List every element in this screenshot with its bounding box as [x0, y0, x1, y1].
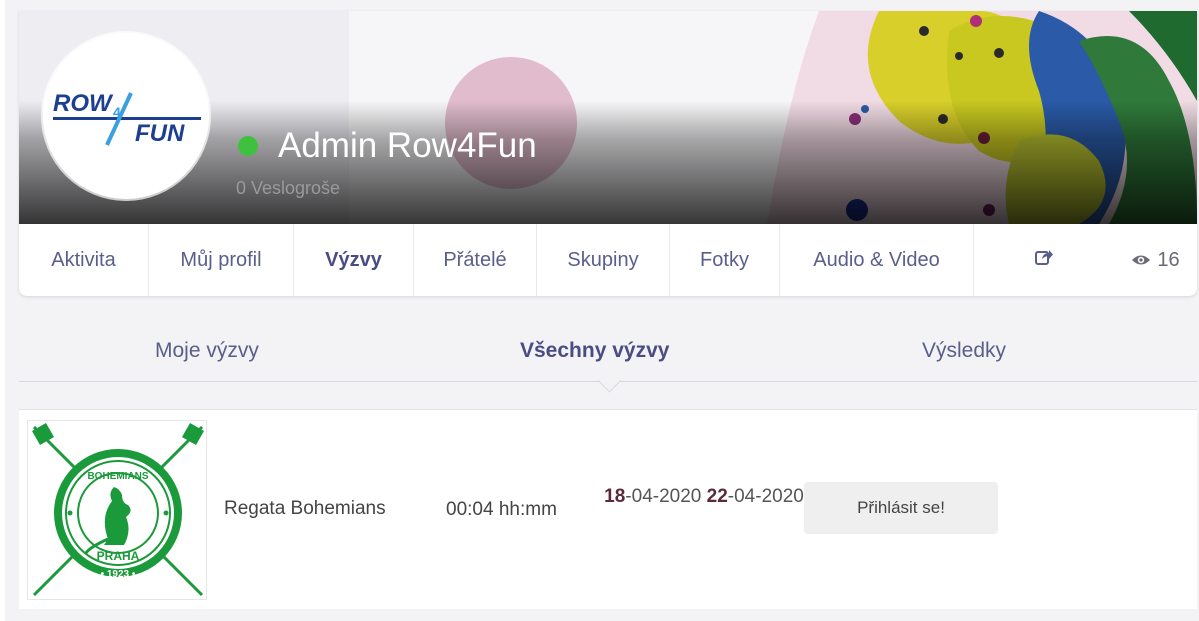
views-counter: 16	[1114, 224, 1197, 296]
profile-points: 0 Veslogroše	[236, 178, 341, 198]
start-day: 18	[604, 486, 626, 507]
challenge-name: Regata Bohemians	[224, 498, 386, 519]
challenge-dates: 18-04-2020 22-04-2020	[604, 486, 804, 507]
profile-nav: Aktivita Můj profil Výzvy Přátelé Skupin…	[19, 224, 1197, 296]
logo-text-top: ROW	[53, 90, 114, 117]
online-status-dot	[238, 136, 258, 156]
tab-pratele[interactable]: Přátelé	[414, 224, 537, 296]
logo-number: 4	[113, 104, 121, 120]
views-count: 16	[1157, 248, 1180, 271]
start-date-rest: -04-2020	[625, 486, 702, 507]
subtab-vsechny-vyzvy[interactable]: Všechny výzvy	[520, 339, 669, 363]
tab-skupiny[interactable]: Skupiny	[537, 224, 670, 296]
end-day: 22	[706, 486, 728, 507]
club-logo: VESLAŘI BOHEMIANS PRAHA • 1923 •	[27, 420, 207, 600]
share-button[interactable]	[974, 224, 1114, 296]
logo-text-bottom: FUN	[135, 120, 185, 147]
join-challenge-button[interactable]: Přihlásit se!	[804, 482, 998, 534]
share-icon	[1034, 247, 1054, 273]
profile-name: Admin Row4Fun	[278, 126, 537, 165]
tab-audio-video[interactable]: Audio & Video	[780, 224, 974, 296]
end-date-rest: -04-2020	[727, 486, 804, 507]
subtab-moje-vyzvy[interactable]: Moje výzvy	[155, 339, 259, 363]
tab-vyzvy[interactable]: Výzvy	[294, 224, 414, 296]
eye-icon	[1131, 253, 1151, 267]
tab-muj-profil[interactable]: Můj profil	[149, 224, 294, 296]
subtab-vysledky[interactable]: Výsledky	[922, 339, 1006, 363]
profile-avatar[interactable]: ROW 4 FUN	[43, 33, 209, 199]
challenge-subtabs: Moje výzvy Všechny výzvy Výsledky	[19, 325, 1197, 393]
club-logo-city: PRAHA	[97, 549, 140, 563]
club-logo-top: VESLAŘI	[92, 433, 144, 448]
challenge-time: 00:04 hh:mm	[446, 499, 557, 520]
club-logo-year: • 1923 •	[101, 569, 136, 580]
challenge-row: VESLAŘI BOHEMIANS PRAHA • 1923 • Regata …	[19, 409, 1197, 609]
profile-card: ROW 4 FUN Admin Row4Fun 0 Veslogroše Akt…	[19, 11, 1197, 296]
tab-fotky[interactable]: Fotky	[670, 224, 780, 296]
club-logo-name: BOHEMIANS	[87, 471, 148, 482]
tab-aktivita[interactable]: Aktivita	[19, 224, 149, 296]
